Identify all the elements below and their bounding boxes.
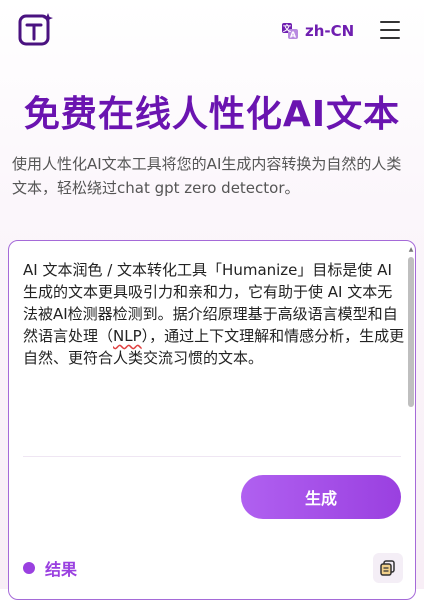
page-title: 免费在线人性化AI文本 <box>23 94 401 135</box>
svg-text:A: A <box>290 31 297 40</box>
page-subtitle: 使用人性化AI文本工具将您的AI生成内容转换为自然的人类文本，轻松绕过chat … <box>12 155 402 197</box>
hamburger-menu-icon[interactable] <box>380 21 400 39</box>
text-input-area[interactable]: AI 文本润色 / 文本转化工具「Humanize」目标是使 AI 生成的文本更… <box>23 259 405 369</box>
editor-text-underlined: NLP <box>113 327 142 345</box>
editor-scrollbar[interactable]: ▲ <box>408 247 414 447</box>
result-header: 结果 <box>23 553 403 583</box>
copy-icon[interactable] <box>373 553 403 583</box>
editor-card: AI 文本润色 / 文本转化工具「Humanize」目标是使 AI 生成的文本更… <box>8 240 416 600</box>
result-dot-icon <box>23 562 35 574</box>
generate-button[interactable]: 生成 <box>241 475 401 519</box>
translate-icon: 文 A <box>282 23 298 40</box>
page: 文 A zh-CN 免费在线人性化AI文本 使用人性化AI文本工具将您的AI生成… <box>0 0 424 600</box>
divider <box>23 456 401 457</box>
header: 文 A zh-CN <box>0 0 424 62</box>
language-label: zh-CN <box>305 22 355 40</box>
result-label: 结果 <box>45 560 78 579</box>
language-selector[interactable]: 文 A zh-CN <box>281 20 354 42</box>
scroll-thumb[interactable] <box>408 257 414 407</box>
app-logo-icon[interactable] <box>18 12 54 48</box>
scroll-up-icon[interactable]: ▲ <box>408 247 414 253</box>
